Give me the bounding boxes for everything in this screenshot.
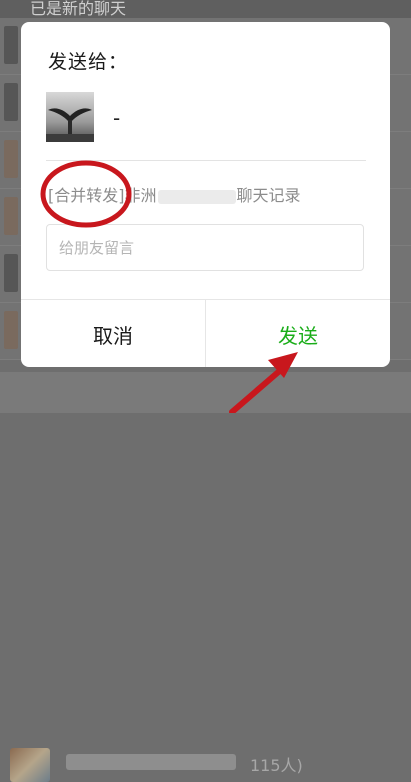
member-count: 115人) [250, 756, 303, 775]
background-bottom-item: 115人) [0, 372, 411, 782]
contact-avatar [46, 92, 94, 142]
dialog-button-row: 取消 发送 [21, 299, 390, 367]
background-header: 已是新的聊天 [0, 0, 411, 18]
forward-chat-suffix: 聊天记录 [236, 186, 301, 205]
contact-name: - [113, 106, 121, 130]
blurred-group-name [66, 754, 236, 770]
send-button[interactable]: 发送 [206, 300, 390, 367]
message-input[interactable] [46, 224, 364, 271]
forward-summary: [合并转发]非洲 聊天记录 [48, 182, 301, 206]
dialog-title: 发送给： [48, 51, 129, 73]
forward-chat-name: 非洲 [124, 186, 157, 205]
divider [46, 160, 366, 161]
group-avatar [10, 748, 50, 782]
cancel-button[interactable]: 取消 [21, 300, 205, 367]
send-to-dialog: 发送给： - [合并转发]非洲 聊天记录 取消 发送 [21, 22, 390, 367]
merge-forward-label: [合并转发] [48, 186, 125, 205]
blurred-chat-name [157, 189, 236, 204]
